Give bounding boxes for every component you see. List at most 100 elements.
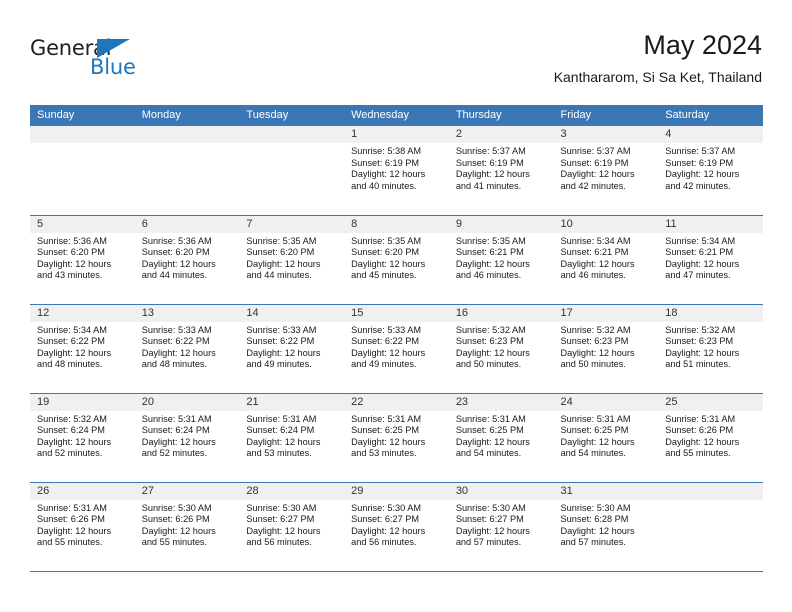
title-block: May 2024 Kanthararom, Si Sa Ket, Thailan… — [554, 28, 762, 86]
day-cell-inner — [239, 126, 345, 214]
calendar-day-cell[interactable]: 16 Sunrise: 5:32 AM Sunset: 6:23 PM Dayligh… — [448, 304, 554, 394]
sunrise-text: Sunrise: 5:31 AM — [455, 413, 526, 424]
calendar-day-cell[interactable]: 23 Sunrise: 5:31 AM Sunset: 6:25 PM Dayligh… — [448, 393, 554, 483]
sunrise-text: Sunrise: 5:32 AM — [37, 413, 107, 424]
daylight-text-line1: Daylight: 12 hours — [560, 525, 635, 536]
day-number: 9 — [448, 215, 554, 233]
day-cell-inner: 26 Sunrise: 5:31 AM Sunset: 6:26 PM Dayligh… — [30, 482, 135, 571]
daylight-text-line2: and 57 minutes. — [560, 537, 626, 548]
calendar-day-cell[interactable]: 3 Sunrise: 5:37 AM Sunset: 6:19 PM Daylight… — [553, 126, 659, 216]
day-cell-inner: 21 Sunrise: 5:31 AM Sunset: 6:24 PM Dayligh… — [239, 393, 345, 482]
calendar-day-cell[interactable]: 4 Sunrise: 5:37 AM Sunset: 6:19 PM Daylight… — [658, 126, 763, 216]
daylight-text-line2: and 46 minutes. — [455, 270, 522, 281]
calendar-day-cell[interactable]: 1 Sunrise: 5:38 AM Sunset: 6:19 PM Daylight… — [344, 126, 449, 216]
calendar-day-cell[interactable]: 30 Sunrise: 5:30 AM Sunset: 6:27 PM Dayligh… — [448, 482, 554, 572]
sunrise-text: Sunrise: 5:33 AM — [351, 324, 422, 335]
sunrise-text: Sunrise: 5:36 AM — [141, 235, 212, 246]
calendar-day-cell[interactable]: 18 Sunrise: 5:32 AM Sunset: 6:23 PM Dayligh… — [658, 304, 763, 394]
daylight-text-line1: Daylight: 12 hours — [246, 436, 321, 447]
day-details: Sunrise: 5:37 AM Sunset: 6:19 PM Daylight:… — [658, 143, 763, 192]
daylight-text-line2: and 51 minutes. — [665, 359, 731, 370]
calendar-day-cell[interactable]: 2 Sunrise: 5:37 AM Sunset: 6:19 PM Daylight… — [448, 126, 554, 216]
sunset-text: Sunset: 6:27 PM — [351, 514, 420, 525]
calendar-day-cell[interactable]: 29 Sunrise: 5:30 AM Sunset: 6:27 PM Dayligh… — [344, 482, 449, 572]
sunset-text: Sunset: 6:22 PM — [37, 336, 105, 347]
day-details: Sunrise: 5:31 AM Sunset: 6:24 PM Daylight:… — [239, 411, 344, 460]
day-cell-inner: 30 Sunrise: 5:30 AM Sunset: 6:27 PM Dayligh… — [448, 482, 554, 571]
day-details: Sunrise: 5:30 AM Sunset: 6:26 PM Daylight:… — [135, 500, 240, 549]
calendar-day-cell[interactable]: 15 Sunrise: 5:33 AM Sunset: 6:22 PM Dayligh… — [344, 304, 449, 394]
sunrise-text: Sunrise: 5:35 AM — [246, 235, 317, 246]
day-number: 30 — [448, 482, 554, 500]
day-number — [658, 482, 763, 500]
calendar-day-cell[interactable]: 13 Sunrise: 5:33 AM Sunset: 6:22 PM Dayligh… — [134, 304, 240, 394]
calendar-day-cell[interactable]: 24 Sunrise: 5:31 AM Sunset: 6:25 PM Dayligh… — [553, 393, 659, 483]
daylight-text-line2: and 44 minutes. — [246, 270, 312, 281]
day-number: 22 — [344, 393, 449, 411]
calendar-day-cell[interactable]: 25 Sunrise: 5:31 AM Sunset: 6:26 PM Dayligh… — [658, 393, 763, 483]
sunrise-text: Sunrise: 5:32 AM — [560, 324, 631, 335]
daylight-text-line1: Daylight: 12 hours — [246, 258, 321, 269]
day-number — [134, 126, 240, 143]
sunset-text: Sunset: 6:22 PM — [141, 336, 210, 347]
calendar-day-cell[interactable]: 9 Sunrise: 5:35 AM Sunset: 6:21 PM Daylight… — [448, 215, 554, 305]
calendar-day-cell — [134, 126, 240, 216]
general-blue-logo: General Blue — [30, 36, 160, 86]
sunrise-text: Sunrise: 5:31 AM — [560, 413, 631, 424]
dow-friday: Friday — [553, 105, 659, 126]
daylight-text-line2: and 45 minutes. — [351, 270, 417, 281]
calendar-day-cell[interactable]: 14 Sunrise: 5:33 AM Sunset: 6:22 PM Dayligh… — [239, 304, 345, 394]
daylight-text-line1: Daylight: 12 hours — [455, 436, 530, 447]
day-number: 12 — [30, 304, 135, 322]
calendar-day-cell[interactable]: 22 Sunrise: 5:31 AM Sunset: 6:25 PM Dayligh… — [344, 393, 449, 483]
sunset-text: Sunset: 6:23 PM — [560, 336, 629, 347]
day-number: 3 — [553, 126, 659, 143]
calendar-day-cell[interactable]: 5 Sunrise: 5:36 AM Sunset: 6:20 PM Daylight… — [30, 215, 135, 305]
calendar-day-cell[interactable]: 10 Sunrise: 5:34 AM Sunset: 6:21 PM Dayligh… — [553, 215, 659, 305]
daylight-text-line1: Daylight: 12 hours — [37, 525, 112, 536]
calendar-day-cell[interactable]: 20 Sunrise: 5:31 AM Sunset: 6:24 PM Dayligh… — [134, 393, 240, 483]
sunrise-text: Sunrise: 5:33 AM — [141, 324, 212, 335]
calendar-day-cell[interactable]: 11 Sunrise: 5:34 AM Sunset: 6:21 PM Dayligh… — [658, 215, 763, 305]
calendar-day-cell — [30, 126, 135, 216]
daylight-text-line1: Daylight: 12 hours — [455, 347, 530, 358]
calendar-day-cell[interactable]: 12 Sunrise: 5:34 AM Sunset: 6:22 PM Dayligh… — [30, 304, 135, 394]
daylight-text-line2: and 42 minutes. — [665, 180, 731, 191]
sunrise-text: Sunrise: 5:34 AM — [37, 324, 107, 335]
calendar-day-cell[interactable]: 19 Sunrise: 5:32 AM Sunset: 6:24 PM Dayligh… — [30, 393, 135, 483]
sunset-text: Sunset: 6:26 PM — [665, 425, 734, 436]
sunrise-text: Sunrise: 5:37 AM — [560, 146, 631, 156]
daylight-text-line1: Daylight: 12 hours — [351, 347, 426, 358]
sunrise-text: Sunrise: 5:35 AM — [351, 235, 422, 246]
day-details: Sunrise: 5:37 AM Sunset: 6:19 PM Daylight:… — [449, 143, 554, 192]
calendar-day-cell[interactable]: 26 Sunrise: 5:31 AM Sunset: 6:26 PM Dayligh… — [30, 482, 135, 572]
calendar-day-cell[interactable]: 8 Sunrise: 5:35 AM Sunset: 6:20 PM Daylight… — [344, 215, 449, 305]
day-cell-inner: 15 Sunrise: 5:33 AM Sunset: 6:22 PM Dayligh… — [344, 304, 449, 393]
calendar-day-cell[interactable]: 28 Sunrise: 5:30 AM Sunset: 6:27 PM Dayligh… — [239, 482, 345, 572]
daylight-text-line1: Daylight: 12 hours — [665, 258, 740, 269]
calendar-day-cell[interactable]: 31 Sunrise: 5:30 AM Sunset: 6:28 PM Dayligh… — [553, 482, 659, 572]
sunrise-text: Sunrise: 5:34 AM — [665, 235, 736, 246]
daylight-text-line2: and 53 minutes. — [246, 448, 312, 459]
day-details: Sunrise: 5:32 AM Sunset: 6:24 PM Daylight:… — [30, 411, 135, 460]
calendar-day-cell[interactable]: 7 Sunrise: 5:35 AM Sunset: 6:20 PM Daylight… — [239, 215, 345, 305]
calendar-week-row: 5 Sunrise: 5:36 AM Sunset: 6:20 PM Daylight… — [30, 215, 763, 305]
calendar-day-cell[interactable]: 27 Sunrise: 5:30 AM Sunset: 6:26 PM Dayligh… — [134, 482, 240, 572]
dow-monday: Monday — [134, 105, 240, 126]
calendar-day-cell[interactable]: 17 Sunrise: 5:32 AM Sunset: 6:23 PM Dayligh… — [553, 304, 659, 394]
sunset-text: Sunset: 6:20 PM — [141, 247, 210, 258]
calendar-day-cell[interactable]: 21 Sunrise: 5:31 AM Sunset: 6:24 PM Dayligh… — [239, 393, 345, 483]
day-cell-inner: 13 Sunrise: 5:33 AM Sunset: 6:22 PM Dayligh… — [134, 304, 240, 393]
day-number: 23 — [448, 393, 554, 411]
day-cell-inner: 25 Sunrise: 5:31 AM Sunset: 6:26 PM Dayligh… — [658, 393, 763, 482]
day-details: Sunrise: 5:31 AM Sunset: 6:25 PM Daylight:… — [344, 411, 449, 460]
daylight-text-line1: Daylight: 12 hours — [351, 258, 426, 269]
page-header: General Blue May 2024 Kanthararom, Si Sa… — [30, 28, 762, 98]
daylight-text-line1: Daylight: 12 hours — [351, 525, 426, 536]
daylight-text-line1: Daylight: 12 hours — [37, 347, 112, 358]
sunset-text: Sunset: 6:26 PM — [37, 514, 105, 525]
calendar-day-cell[interactable]: 6 Sunrise: 5:36 AM Sunset: 6:20 PM Daylight… — [134, 215, 240, 305]
day-cell-inner: 7 Sunrise: 5:35 AM Sunset: 6:20 PM Daylight… — [239, 215, 345, 304]
day-number: 2 — [448, 126, 554, 143]
day-details: Sunrise: 5:35 AM Sunset: 6:20 PM Daylight:… — [239, 233, 344, 282]
